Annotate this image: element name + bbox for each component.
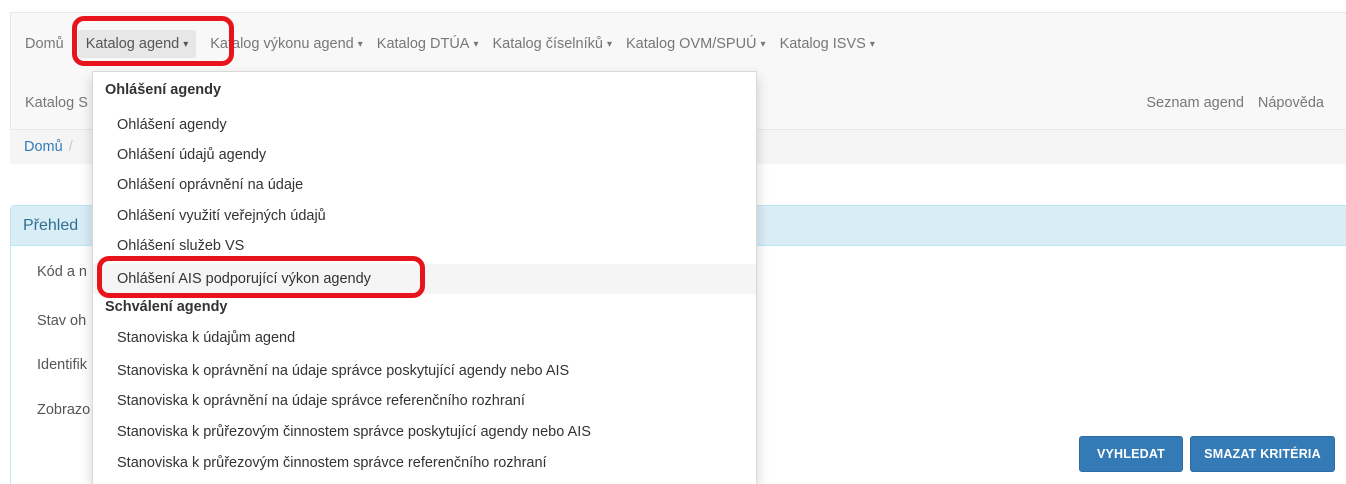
menu-item-ohlaseni-agendy[interactable]: Ohlášení agendy [93,110,756,140]
label-kod-a-nazev: Kód a n [37,264,87,280]
katalog-agend-dropdown: Ohlášení agendy Ohlášení agendy Ohlášení… [92,71,757,484]
nav-katalog-vykonu-agend[interactable]: Katalog výkonu agend ▾ [210,36,377,52]
caret-down-icon: ▾ [473,39,479,50]
search-button[interactable]: VYHLEDAT [1079,436,1183,472]
nav-katalog-ciselniku-label: Katalog číselníků [492,36,603,52]
navbar-row-1: Domů Katalog agend ▾ Katalog výkonu agend… [11,13,889,75]
nav-katalog-agend[interactable]: Katalog agend ▾ [77,30,197,58]
dropdown-header-ohlaseni: Ohlášení agendy [105,82,222,98]
nav-home[interactable]: Domů [25,36,78,52]
nav-katalog-vykonu-agend-label: Katalog výkonu agend [210,36,354,52]
menu-item-stanoviska-prurezovym-ais[interactable]: Stanoviska k průřezovým činnostem správc… [93,417,756,447]
menu-item-ohlaseni-udaju-agendy[interactable]: Ohlášení údajů agendy [93,140,756,170]
caret-down-icon: ▾ [869,39,875,50]
menu-item-stanoviska-opravneni-ref[interactable]: Stanoviska k oprávnění na údaje správce … [93,386,756,416]
menu-item-stanoviska-prurezovym-ref[interactable]: Stanoviska k průřezovým činnostem správc… [93,448,756,478]
caret-down-icon: ▾ [357,39,363,50]
nav-katalog-isvs-label: Katalog ISVS [779,36,866,52]
nav-napoveda[interactable]: Nápověda [1258,95,1324,111]
panel-title: Přehled [23,216,79,234]
caret-down-icon: ▾ [183,39,189,50]
dropdown-header-schvaleni: Schválení agendy [105,299,228,315]
breadcrumb-home[interactable]: Domů [24,139,63,155]
caret-down-icon: ▾ [760,39,766,50]
menu-item-stanoviska-udajum[interactable]: Stanoviska k údajům agend [93,323,756,353]
label-identifikator: Identifik [37,357,87,373]
nav-katalog-dtua[interactable]: Katalog DTÚA ▾ [377,36,493,52]
breadcrumb-separator: / [68,139,73,155]
caret-down-icon: ▾ [606,39,612,50]
nav-katalog-ciselniku[interactable]: Katalog číselníků ▾ [493,36,626,52]
nav-katalog-isvs[interactable]: Katalog ISVS ▾ [780,36,889,52]
nav-katalog-ovm-spuu-label: Katalog OVM/SPUÚ [625,36,757,52]
nav-seznam-agend[interactable]: Seznam agend [1146,95,1244,111]
nav-katalog-agend-label: Katalog agend [85,36,180,52]
menu-item-ohlaseni-opravneni[interactable]: Ohlášení oprávnění na údaje [93,170,756,200]
nav-katalog-ovm-spuu[interactable]: Katalog OVM/SPUÚ ▾ [626,36,780,52]
nav-katalog-s-partial[interactable]: Katalog S [25,95,102,111]
menu-item-ohlaseni-sluzeb[interactable]: Ohlášení služeb VS [93,231,756,261]
label-stav: Stav oh [37,313,87,329]
clear-criteria-button[interactable]: SMAZAT KRITÉRIA [1190,436,1335,472]
menu-item-ohlaseni-vyuziti[interactable]: Ohlášení využití veřejných údajů [93,201,756,231]
menu-item-stanoviska-opravneni-ais[interactable]: Stanoviska k oprávnění na údaje správce … [93,356,756,386]
nav-katalog-dtua-label: Katalog DTÚA [376,36,470,52]
menu-item-ohlaseni-ais[interactable]: Ohlášení AIS podporující výkon agendy [93,264,756,294]
page: Domů Katalog agend ▾ Katalog výkonu agend… [0,0,1346,484]
navbar-right: Seznam agend Nápověda [1146,75,1324,131]
label-zobrazovat: Zobrazo [37,402,91,418]
